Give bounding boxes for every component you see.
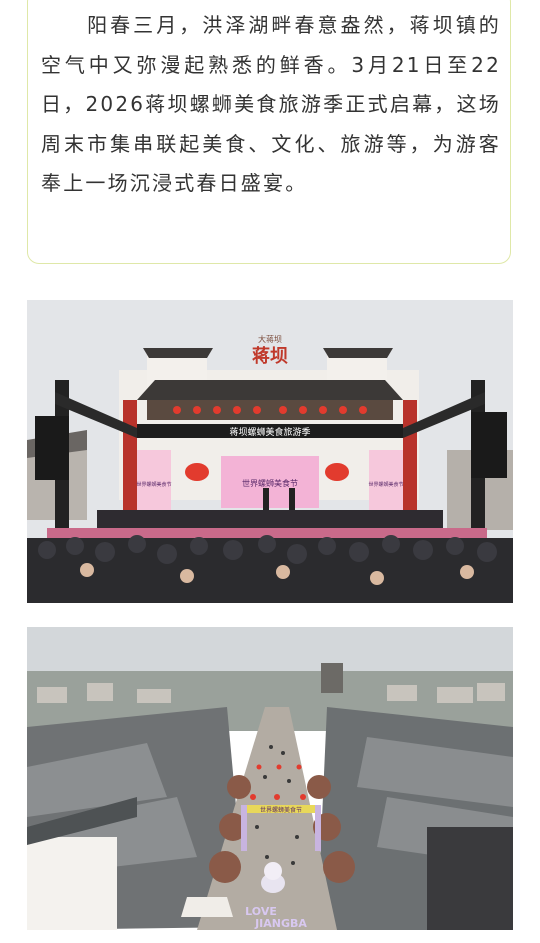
festival-stage-illustration: 蒋坝 大蒋坝 蒋坝螺蛳美食旅游季 世界螺蛳美食节 世界螺蛳美食节 世界螺蛳美食节 [27, 300, 513, 603]
arch-text: 世界螺蛳美食节 [260, 806, 302, 814]
stage-banner: 蒋坝螺蛳美食旅游季 [229, 426, 310, 438]
side-poster-left: 世界螺蛳美食节 [136, 481, 171, 488]
gate-sign: 蒋坝 [252, 346, 288, 367]
intro-paragraph: 阳春三月，洪泽湖畔春意盎然，蒋坝镇的空气中又弥漫起熟悉的鲜香。3月21日至22日… [41, 13, 501, 195]
aerial-street-photo[interactable]: 世界螺蛳美食节 LOVE JIANGBA [27, 627, 513, 930]
side-poster-right: 世界螺蛳美食节 [368, 481, 403, 488]
ground-sign-line2: JIANGBA [254, 917, 307, 930]
screen-caption: 世界螺蛳美食节 [242, 478, 298, 488]
gate-top-small: 大蒋坝 [258, 334, 282, 344]
aerial-street-illustration: 世界螺蛳美食节 LOVE JIANGBA [27, 627, 513, 930]
festival-stage-photo[interactable]: 蒋坝 大蒋坝 蒋坝螺蛳美食旅游季 世界螺蛳美食节 世界螺蛳美食节 世界螺蛳美食节 [27, 300, 513, 603]
